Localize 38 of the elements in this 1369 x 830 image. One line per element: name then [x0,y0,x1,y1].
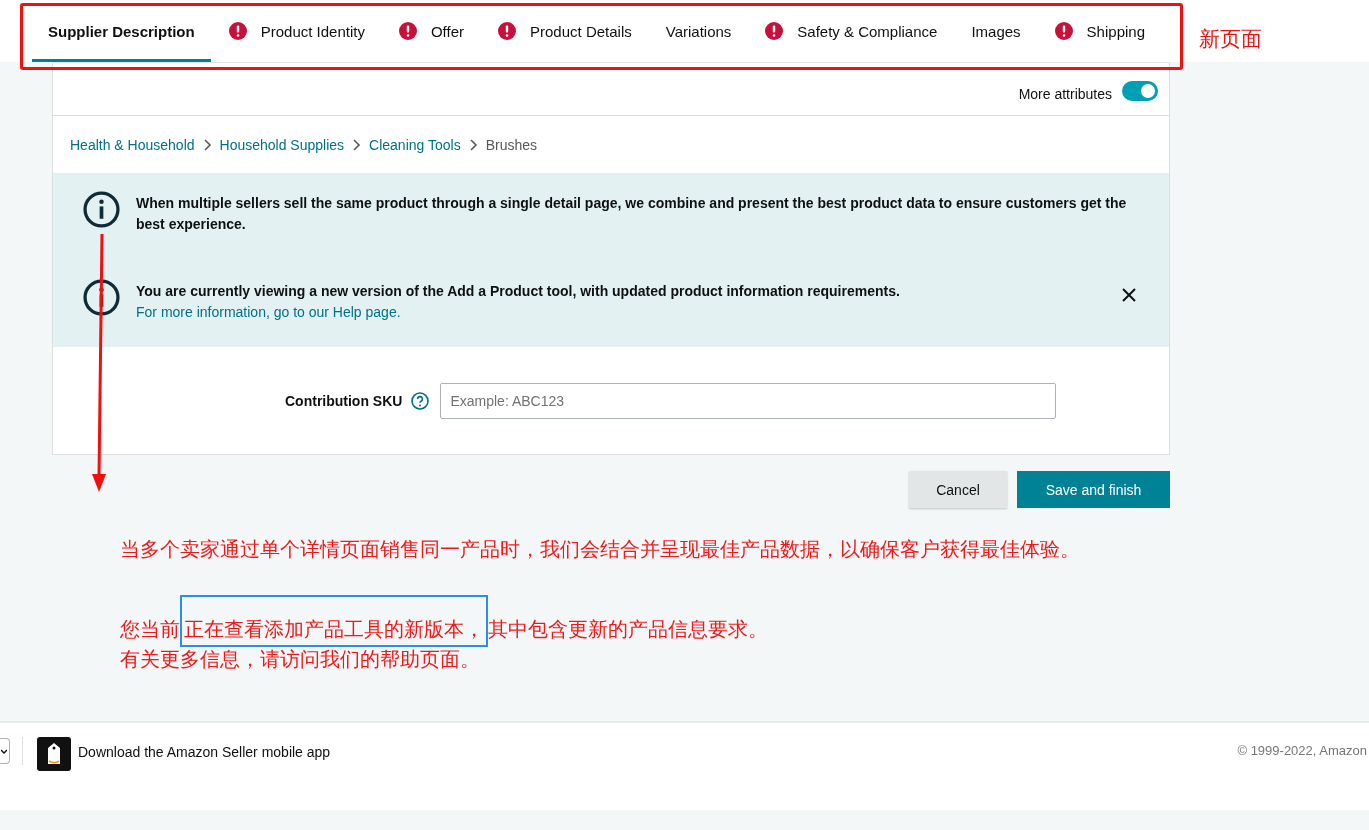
chevron-down-icon [1,748,7,754]
info-icon [83,279,120,316]
info-icon [83,191,120,228]
sku-input-field[interactable]: Example: ABC123 [440,382,1057,419]
tab[interactable]: Product Details [482,0,648,62]
translation-text: 其中包含更新的产品信息要求。 [488,617,768,642]
chevron-right-icon [352,138,362,151]
app-download-text[interactable]: Download the Amazon Seller mobile app [78,744,331,760]
cancel-button[interactable]: Cancel [909,471,1007,508]
chevron-right-icon [468,138,478,151]
close-button[interactable] [1121,287,1137,303]
more-attributes-label: More attributes [1018,86,1112,102]
notice-text: You are currently viewing a new version of the Add a Product tool, with updated product information requirements. [136,282,901,301]
breadcrumb-link[interactable]: Household Supplies [219,136,345,153]
highlighted-text: 正在查看添加产品工具的新版本， [180,595,488,647]
save-button[interactable]: Save and finish [1017,471,1170,508]
app-logo-icon[interactable] [37,737,71,771]
translation-text: 有关更多信息，请访问我们的帮助页面。 [120,647,480,672]
tab[interactable]: Offer [382,0,480,62]
translation-text: 当多个卖家通过单个详情页面销售同一产品时，我们会结合并呈现最佳产品数据，以确保客户获得最佳体验。 [120,537,1080,562]
chevron-right-icon [202,138,212,151]
dropdown-select[interactable] [0,738,10,764]
translation-text: 您当前 [120,617,180,642]
tab[interactable]: Product Identity [212,0,381,62]
tab[interactable]: Safety & Compliance [749,0,954,62]
tab[interactable]: Variations [649,0,748,62]
annotation-label: 新页面 [1199,26,1262,52]
notice-text: When multiple sellers sell the same product through a single detail page, we combine and present the best product data to ensure customers get the best experience. [136,194,1128,234]
tab[interactable]: Shipping [1038,0,1161,62]
help-link[interactable]: For more information, go to our Help page. [136,302,401,323]
tab[interactable]: Images [955,0,1037,62]
copyright-text: © 1999-2022, Amazon [1237,743,1367,758]
field-label: Contribution SKU [285,392,403,409]
toggle-switch[interactable] [1122,81,1158,101]
breadcrumb-current: Brushes [485,136,537,153]
breadcrumb-link[interactable]: Health & Household [70,136,195,153]
help-icon[interactable] [411,391,430,410]
breadcrumb-link[interactable]: Cleaning Tools [369,136,461,153]
